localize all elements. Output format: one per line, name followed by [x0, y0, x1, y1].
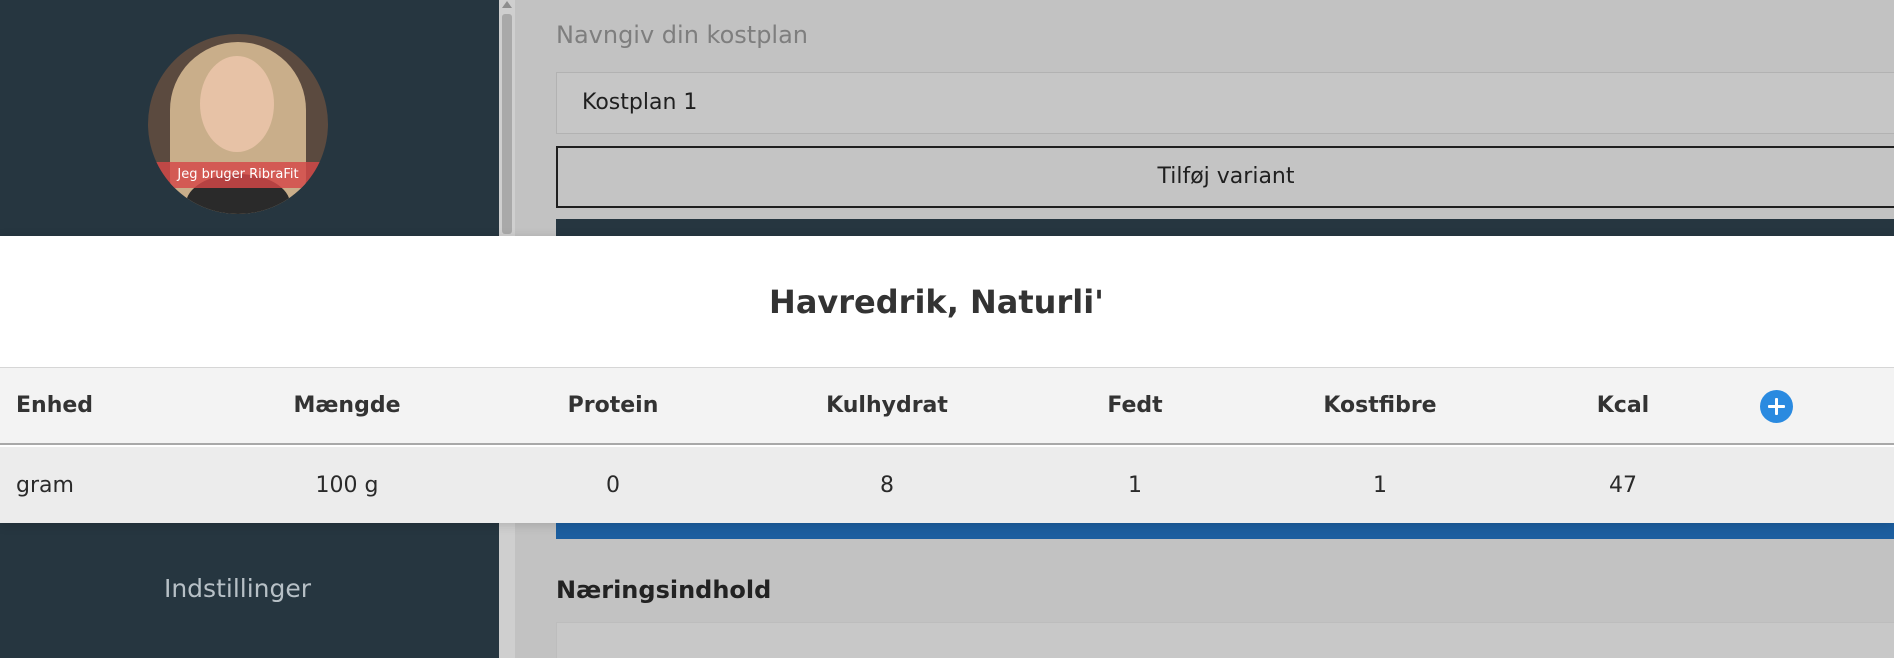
modal-title: Havredrik, Naturli': [769, 283, 1104, 321]
sidebar-item-settings[interactable]: Indstillinger: [0, 574, 475, 603]
nutrition-table-header: Enhed Mængde Protein Kulhydrat Fedt Kost…: [0, 367, 1894, 445]
plan-name-label: Navngiv din kostplan: [556, 21, 809, 49]
column-header-kcal: Kcal: [1596, 393, 1650, 418]
cell-fedt: 1: [1128, 472, 1142, 498]
plan-name-input[interactable]: Kostplan 1: [556, 72, 1894, 134]
plus-circle-icon[interactable]: [1760, 390, 1793, 423]
column-header-kulhydrat: Kulhydrat: [826, 393, 948, 418]
cell-kostfibre: 1: [1373, 472, 1387, 498]
nutrition-panel: [556, 622, 1894, 658]
cell-enhed: gram: [16, 472, 74, 498]
food-detail-modal: Havredrik, Naturli' Enhed Mængde Protein…: [0, 236, 1894, 523]
scroll-up-arrow-icon[interactable]: [502, 1, 512, 8]
column-header-protein: Protein: [567, 393, 659, 418]
avatar-badge: Jeg bruger RibraFit: [148, 162, 328, 188]
table-row[interactable]: gram 100 g 0 8 1 1 47: [0, 447, 1894, 523]
primary-action-button[interactable]: [556, 522, 1894, 539]
nutrition-heading: Næringsindhold: [556, 576, 772, 604]
scrollbar-thumb[interactable]: [502, 14, 512, 234]
avatar-face: [200, 56, 274, 152]
cell-protein: 0: [606, 472, 620, 498]
cell-kcal: 47: [1609, 472, 1637, 498]
add-variant-button[interactable]: Tilføj variant: [556, 146, 1894, 208]
cell-maengde: 100 g: [315, 472, 379, 498]
column-header-enhed: Enhed: [16, 393, 94, 418]
avatar[interactable]: Jeg bruger RibraFit: [148, 34, 328, 214]
column-header-fedt: Fedt: [1107, 393, 1163, 418]
cell-kulhydrat: 8: [880, 472, 894, 498]
column-header-kostfibre: Kostfibre: [1323, 393, 1437, 418]
column-header-maengde: Mængde: [293, 393, 401, 418]
